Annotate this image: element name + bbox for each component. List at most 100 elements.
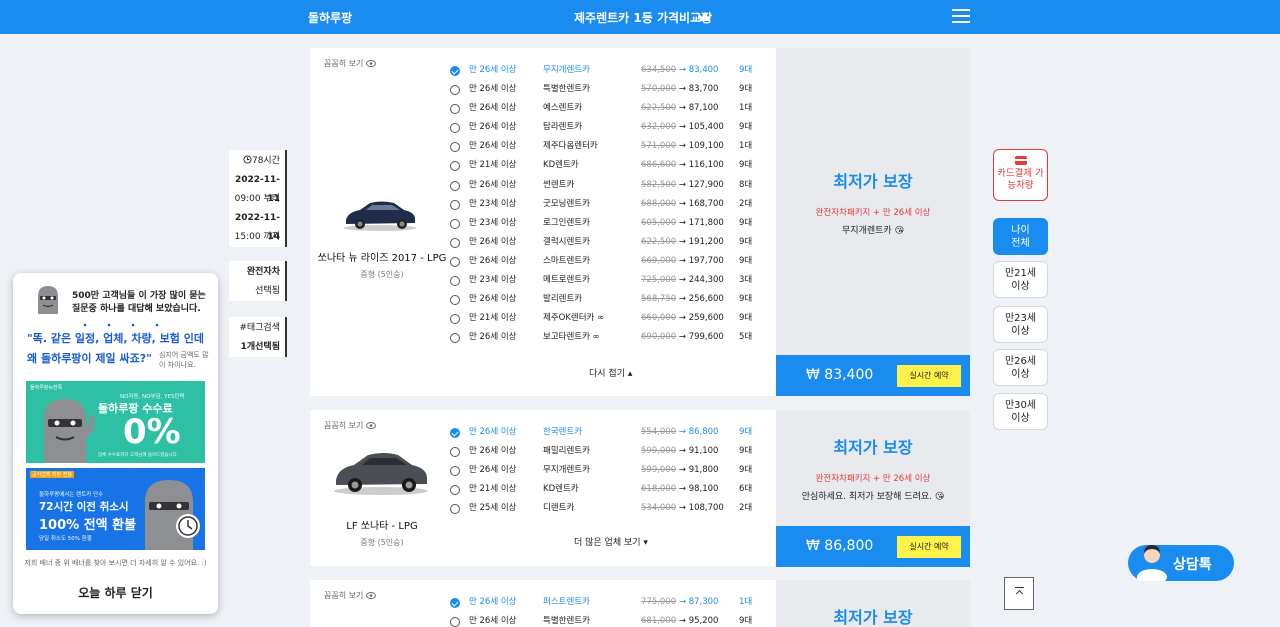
refund-banner[interactable]: 공식업체 직판 전월 돌하루팡에서는 렌트카 단수 72시간 이전 취소시 10…	[26, 468, 205, 550]
collapse-link[interactable]: 다시 접기 ▴	[589, 366, 632, 379]
company-option-row[interactable]: 만 26세 이상 한국렌트카 554,000 → 86,800 9대	[448, 423, 758, 442]
age-filter-30[interactable]: 만30세 이상	[993, 393, 1048, 430]
company-option-row[interactable]: 만 26세 이상 무지개렌트카 599,000 → 91,800 9대	[448, 461, 758, 480]
company-option-row[interactable]: 만 23세 이상 메트로렌트카 725,000 → 244,300 3대	[448, 271, 758, 290]
hamburger-menu-icon[interactable]	[952, 9, 970, 23]
company-option-row[interactable]: 만 26세 이상 발리렌트카 568,750 → 256,600 9대	[448, 290, 758, 309]
scroll-to-top-button[interactable]	[1004, 577, 1034, 610]
discount-price: 171,800	[688, 217, 724, 228]
chat-button[interactable]: 상담톡	[1128, 545, 1234, 581]
company-option-row[interactable]: 만 25세 이상 디렌트카 534,000 → 108,700 2대	[448, 499, 758, 518]
radio-button[interactable]	[450, 466, 460, 477]
age-filter-23[interactable]: 만23세 이상	[993, 306, 1048, 343]
company-option-row[interactable]: 만 21세 이상 KD렌트카 618,000 → 98,100 6대	[448, 480, 758, 499]
car-count: 9대	[739, 427, 753, 437]
best-price-panel: 최저가 보장 완전자차패키지 + 만 26세 이상 안심하세요. 최저가 보장해…	[776, 410, 970, 526]
company-option-row[interactable]: 만 26세 이상 패밀리렌트카 599,000 → 91,100 9대	[448, 442, 758, 461]
price-change: 568,750 → 256,600	[641, 290, 724, 309]
arrow-right-icon: →	[676, 446, 689, 457]
price-change: 554,000 → 86,800	[641, 423, 718, 442]
tag-filter[interactable]: #태그검색 1개선택됨	[229, 317, 287, 357]
radio-button[interactable]	[450, 256, 460, 267]
show-more-link[interactable]: 더 많은 업체 보기 ▾	[574, 535, 648, 548]
radio-button[interactable]	[450, 598, 460, 608]
reserve-button[interactable]: 실시간 예약	[897, 365, 961, 387]
arrow-right-icon: →	[676, 427, 689, 437]
discount-price: 91,800	[688, 465, 719, 476]
radio-button[interactable]	[450, 485, 460, 496]
reserve-button[interactable]: 실시간 예약	[897, 536, 961, 558]
company-name: 무지개렌트카	[543, 465, 590, 476]
company-option-row[interactable]: 만 26세 이상 보고타렌트카 ∞ 690,000 → 799,600 5대	[448, 328, 758, 347]
company-option-row[interactable]: 만 26세 이상 퍼스트렌트카 775,000 → 87,300 1대	[448, 593, 758, 612]
eye-icon	[365, 592, 376, 599]
car-count: 9대	[739, 465, 753, 476]
company-option-row[interactable]: 만 21세 이상 제주OK렌터카 ∞ 660,000 → 259,600 9대	[448, 309, 758, 328]
radio-button[interactable]	[450, 276, 460, 287]
car-name: LF 쏘나타 - LPG	[346, 521, 418, 532]
discount-price: 127,900	[688, 179, 724, 190]
discount-price: 116,100	[688, 160, 724, 171]
radio-button[interactable]	[450, 142, 460, 153]
car-count: 9대	[739, 313, 753, 324]
radio-button[interactable]	[450, 180, 460, 191]
company-name: 제주다옴렌터카	[543, 141, 598, 152]
age-requirement: 만 26세 이상	[469, 122, 517, 133]
radio-button[interactable]	[450, 104, 460, 115]
radio-button[interactable]	[450, 447, 460, 458]
radio-button[interactable]	[450, 66, 460, 76]
company-option-row[interactable]: 만 26세 이상 예스렌트카 622,500 → 87,100 1대	[448, 99, 758, 118]
company-option-row[interactable]: 만 26세 이상 제주다옴렌터카 571,000 → 109,100 1대	[448, 137, 758, 156]
radio-button[interactable]	[450, 161, 460, 172]
radio-button[interactable]	[450, 218, 460, 229]
car-count: 8대	[739, 179, 753, 190]
radio-button[interactable]	[450, 617, 460, 627]
radio-button[interactable]	[450, 428, 460, 438]
zero-fee-banner[interactable]: 돌하루팡뉴한쪽 NO자동, NO부담, YES탄력 돌하루팡 수수료 0% 업체…	[26, 381, 205, 463]
radio-button[interactable]	[450, 123, 460, 134]
package-label: 완전자차패키지 + 만 26세 이상	[815, 208, 931, 218]
company-option-row[interactable]: 만 26세 이상 썬렌트카 582,500 → 127,900 8대	[448, 176, 758, 195]
radio-button[interactable]	[450, 237, 460, 248]
original-price: 599,000	[641, 465, 677, 476]
car-image	[344, 201, 416, 231]
company-option-row[interactable]: 만 21세 이상 KD렌트카 686,600 → 116,100 9대	[448, 156, 758, 175]
age-filter-all[interactable]: 나이 전체	[993, 218, 1048, 255]
arrow-right-icon: →	[676, 179, 689, 190]
car-count: 1대	[739, 597, 753, 607]
original-price: 669,000	[641, 255, 677, 266]
price-amount: ₩ 86,800	[806, 538, 874, 554]
detail-view-link[interactable]: 꼼꼼히 보기	[324, 420, 376, 431]
company-option-row[interactable]: 만 26세 이상 무지개렌트카 634,500 → 83,400 9대	[448, 61, 758, 80]
company-option-row[interactable]: 만 26세 이상 탐라렌트카 632,000 → 105,400 9대	[448, 118, 758, 137]
radio-button[interactable]	[450, 333, 460, 344]
age-requirement: 만 26세 이상	[469, 465, 517, 476]
detail-view-link[interactable]: 꼼꼼히 보기	[324, 590, 376, 601]
company-option-row[interactable]: 만 26세 이상 갤럭시렌트카 622,500 → 191,200 9대	[448, 233, 758, 252]
company-name: 메트로렌트카	[543, 275, 590, 286]
car-class: 중형 (5인승)	[360, 538, 404, 547]
company-option-row[interactable]: 만 26세 이상 특별한렌트카 570,000 → 83,700 9대	[448, 80, 758, 99]
radio-button[interactable]	[450, 85, 460, 96]
company-option-row[interactable]: 만 26세 이상 스마트렌트카 669,000 → 197,700 9대	[448, 252, 758, 271]
company-option-row[interactable]: 만 23세 이상 굿모닝렌트카 688,000 → 168,700 2대	[448, 195, 758, 214]
arrow-right-icon: →	[676, 103, 689, 114]
company-name: 예스렌트카	[543, 103, 583, 114]
detail-view-link[interactable]: 꼼꼼히 보기	[324, 58, 376, 69]
discount-price: 98,100	[688, 484, 719, 495]
radio-button[interactable]	[450, 504, 460, 515]
close-today-button[interactable]: 오늘 하루 닫기	[13, 584, 218, 601]
coverage-filter[interactable]: 완전자차 선택됨	[229, 261, 287, 301]
company-option-row[interactable]: 만 23세 이상 로그인렌트카 605,000 → 171,800 9대	[448, 214, 758, 233]
credit-card-icon	[1015, 156, 1027, 165]
radio-button[interactable]	[450, 295, 460, 306]
company-option-row[interactable]: 만 26세 이상 특별한렌트카 681,000 → 95,200 9대	[448, 612, 758, 627]
radio-button[interactable]	[450, 314, 460, 325]
brand-logo[interactable]: 돌하루팡	[308, 9, 352, 26]
date-filter[interactable]: 78시간 2022-11-11 09:00 부터 2022-11-14 15:0…	[229, 150, 287, 247]
age-filter-21[interactable]: 만21세 이상	[993, 261, 1048, 298]
card-payment-filter[interactable]: 카드결제 가능차량	[993, 149, 1048, 201]
original-price: 622,500	[641, 236, 677, 247]
age-filter-26[interactable]: 만26세 이상	[993, 349, 1048, 386]
radio-button[interactable]	[450, 199, 460, 210]
